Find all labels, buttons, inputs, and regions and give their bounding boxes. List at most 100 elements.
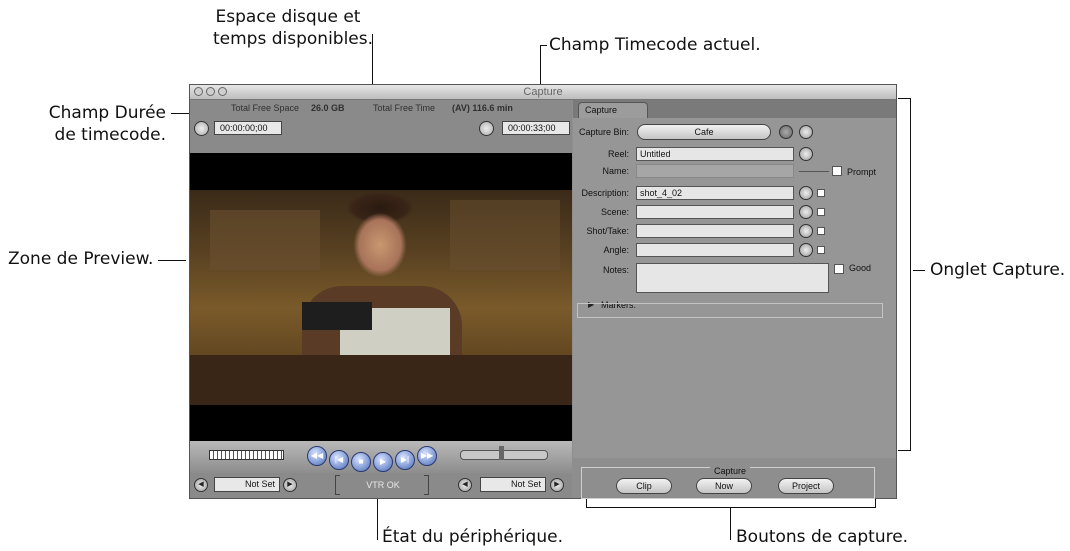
stop-icon[interactable]: ■: [351, 452, 371, 472]
description-label: Description:: [581, 188, 629, 198]
callout-preview-line: [158, 260, 186, 261]
duration-timecode-field[interactable]: 00:00:00;00: [214, 121, 282, 135]
rewind-icon[interactable]: ◀◀: [307, 446, 327, 466]
reel-label: Reel:: [607, 149, 629, 159]
scene-label: Scene:: [600, 207, 629, 217]
clip-button[interactable]: Clip: [616, 478, 672, 494]
angle-field[interactable]: [636, 243, 794, 257]
markers-panel[interactable]: [577, 303, 883, 318]
callout-device-status: État du périphérique.: [382, 527, 563, 547]
video-shelf-right: [450, 200, 560, 270]
free-time-value: (AV) 116.6 min: [452, 103, 513, 113]
name-label: Name:: [602, 166, 629, 176]
capture-tab-body: Capture Bin: Cafe Reel: Untitled Name: P…: [573, 118, 896, 458]
callout-capture-buttons-bracket-h: [586, 507, 876, 508]
play-icon[interactable]: ▶: [373, 452, 393, 472]
free-space-value: 26.0 GB: [311, 103, 345, 113]
callout-capture-tab: Onglet Capture.: [930, 260, 1066, 280]
window-title: Capture: [523, 86, 563, 98]
callout-disk-space-line2: temps disponibles.: [213, 29, 374, 49]
shuttle-control[interactable]: [209, 450, 284, 460]
step-back-icon[interactable]: |◀: [329, 450, 349, 470]
capture-window: Capture Total Free Space 26.0 GB Total F…: [189, 84, 897, 499]
device-status-bracket-right: [424, 475, 429, 495]
callout-disk-space: Espace disque et temps disponibles.: [213, 6, 374, 50]
scene-field[interactable]: [636, 205, 794, 219]
title-bar[interactable]: Capture: [190, 85, 896, 100]
description-field[interactable]: shot_4_02: [636, 186, 794, 200]
tab-capture[interactable]: Capture: [578, 102, 648, 118]
angle-clapper-icon[interactable]: [799, 243, 813, 257]
free-time-label: Total Free Time: [373, 103, 436, 113]
callout-capture-buttons-bracket-right: [875, 498, 876, 508]
notes-field[interactable]: [636, 263, 829, 293]
step-forward-icon[interactable]: ▶|: [395, 450, 415, 470]
good-label: Good: [849, 263, 872, 273]
callout-current-timecode: Champ Timecode actuel.: [549, 35, 761, 55]
callout-capture-buttons-bracket-left: [586, 498, 587, 508]
capture-buttons-group: Capture Clip Now Project: [581, 466, 875, 499]
bin-settings-icon[interactable]: [779, 125, 793, 139]
callout-capture-buttons-line: [730, 507, 731, 540]
jog-handle[interactable]: [499, 446, 504, 460]
description-clapper-icon[interactable]: [799, 186, 813, 200]
name-arrow-line: [799, 171, 829, 172]
angle-checkbox[interactable]: [817, 246, 825, 254]
preview-area: [190, 153, 572, 441]
shot-take-field[interactable]: [636, 224, 794, 238]
name-field: [636, 164, 794, 178]
shot-take-clapper-icon[interactable]: [799, 224, 813, 238]
callout-device-status-line: [377, 498, 378, 540]
angle-label: Angle:: [603, 245, 629, 255]
callout-current-timecode-tick: [540, 45, 547, 46]
capture-tab-pane: Capture Capture Bin: Cafe Reel: Untitled…: [573, 100, 896, 499]
jog-control[interactable]: [460, 450, 548, 460]
capture-group-label: Capture: [710, 466, 751, 476]
prompt-label: Prompt: [847, 167, 877, 177]
device-status-bracket-left: [335, 475, 340, 495]
duration-dial-icon: [194, 121, 209, 136]
callout-disk-space-line: [372, 34, 373, 86]
description-checkbox[interactable]: [817, 189, 825, 197]
go-to-out-button[interactable]: ◀: [458, 478, 472, 492]
go-to-in-button[interactable]: ▶: [283, 478, 297, 492]
capture-bin-button[interactable]: Cafe: [637, 124, 771, 140]
project-button[interactable]: Project: [778, 478, 834, 494]
callout-capture-tab-bracket-bottom: [898, 450, 910, 451]
callout-disk-space-line1: Espace disque et: [215, 7, 361, 27]
preview-video-frame: [190, 190, 572, 405]
scene-clapper-icon[interactable]: [799, 205, 813, 219]
mark-in-button[interactable]: ◀: [194, 478, 208, 492]
good-checkbox[interactable]: [834, 264, 844, 274]
reel-field[interactable]: Untitled: [636, 147, 794, 161]
shot-take-label: Shot/Take:: [586, 226, 629, 236]
fast-forward-icon[interactable]: ▶▶: [417, 446, 437, 466]
tab-header: Capture: [573, 100, 896, 118]
callout-preview: Zone de Preview.: [8, 249, 154, 269]
callout-duration: Champ Durée de timecode.: [0, 102, 166, 146]
shot-take-checkbox[interactable]: [817, 227, 825, 235]
callout-capture-tab-bracket-v: [910, 98, 911, 451]
notes-label: Notes:: [602, 265, 629, 275]
video-foreground: [190, 355, 572, 405]
prompt-checkbox[interactable]: [832, 166, 842, 176]
callout-capture-tab-bracket-top: [898, 98, 910, 99]
callout-capture-tab-tick: [913, 270, 925, 271]
current-timecode-field[interactable]: 00:00:33;00: [502, 121, 570, 135]
new-bin-icon[interactable]: [799, 125, 813, 139]
video-shelf-left: [210, 210, 320, 270]
in-point-field[interactable]: Not Set: [214, 477, 280, 492]
video-dark-object: [302, 302, 372, 330]
capture-bin-label: Capture Bin:: [578, 127, 629, 137]
device-status: VTR OK: [366, 480, 400, 490]
callout-duration-line1: Champ Durée: [48, 103, 166, 123]
scene-checkbox[interactable]: [817, 208, 825, 216]
current-timecode-dial-icon: [479, 121, 494, 136]
reel-clapper-icon[interactable]: [799, 147, 813, 161]
in-out-strip: ◀ Not Set ▶ VTR OK ◀ Not Set ▶: [190, 473, 572, 498]
out-point-field[interactable]: Not Set: [480, 477, 546, 492]
mark-out-button[interactable]: ▶: [550, 478, 564, 492]
callout-duration-line2: de timecode.: [54, 125, 166, 145]
preview-pane: Total Free Space 26.0 GB Total Free Time…: [190, 100, 572, 498]
now-button[interactable]: Now: [696, 478, 752, 494]
